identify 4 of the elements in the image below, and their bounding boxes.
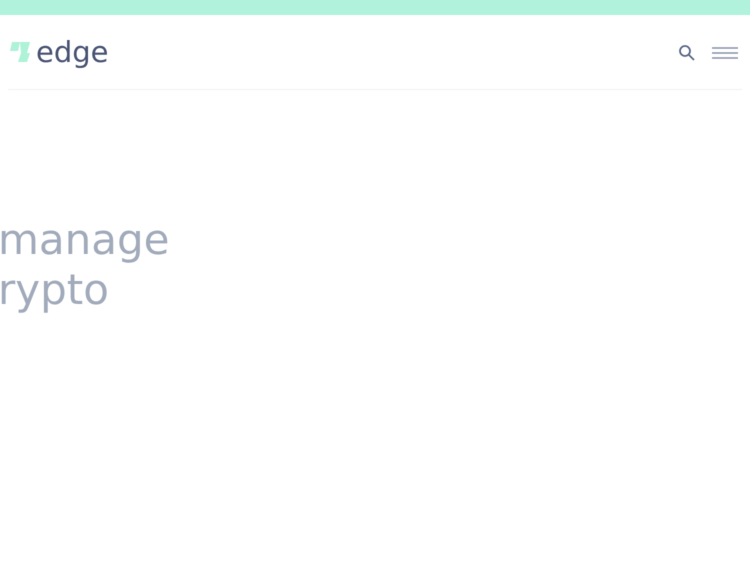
hero-headline-line: rypto bbox=[0, 265, 110, 315]
logo-text[interactable]: edge bbox=[36, 38, 108, 66]
hero-headline-line: manage bbox=[0, 215, 171, 265]
logo-icon bbox=[8, 40, 32, 64]
